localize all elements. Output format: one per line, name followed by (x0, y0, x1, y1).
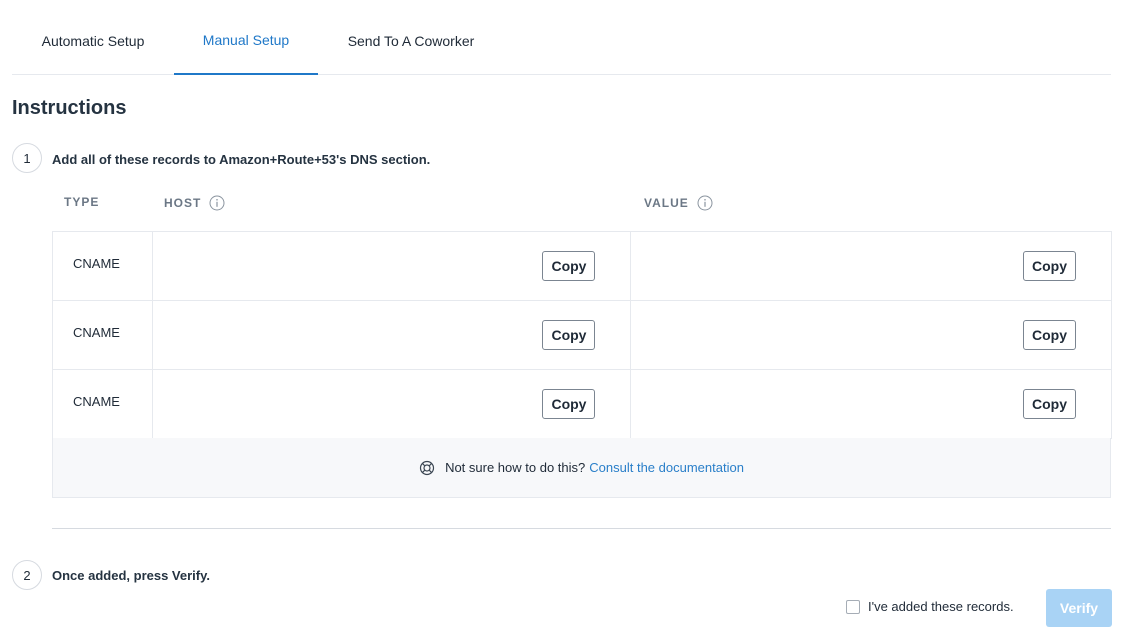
copy-value-button[interactable]: Copy (1023, 320, 1076, 350)
table-row: CNAME Copy Copy (52, 369, 1112, 439)
column-header-host-label: HOST (164, 196, 202, 210)
lifebuoy-icon (419, 460, 435, 475)
records-added-checkbox[interactable] (846, 599, 860, 614)
info-icon[interactable] (209, 195, 225, 211)
divider (52, 528, 1111, 529)
column-header-type: TYPE (64, 195, 99, 209)
copy-value-button[interactable]: Copy (1023, 251, 1076, 281)
documentation-link[interactable]: Consult the documentation (589, 460, 744, 475)
tab-manual-setup[interactable]: Manual Setup (174, 0, 318, 75)
records-added-confirmation[interactable]: I've added these records. (846, 599, 1014, 614)
copy-host-button[interactable]: Copy (542, 320, 596, 350)
tab-send-to-coworker[interactable]: Send To A Coworker (318, 0, 504, 75)
copy-value-button[interactable]: Copy (1023, 389, 1076, 419)
column-header-type-label: TYPE (64, 195, 100, 209)
table-row: CNAME Copy Copy (52, 300, 1112, 370)
column-header-value: VALUE (644, 195, 713, 211)
table-row: CNAME Copy Copy (52, 231, 1112, 301)
column-header-value-label: VALUE (644, 196, 689, 210)
record-host: Copy (151, 369, 632, 439)
record-value: Copy (630, 300, 1112, 370)
record-type: CNAME (52, 369, 153, 439)
record-host: Copy (151, 231, 632, 301)
records-added-label: I've added these records. (868, 599, 1014, 614)
help-text: Not sure how to do this? (445, 460, 586, 475)
copy-host-button[interactable]: Copy (542, 389, 596, 419)
record-value: Copy (630, 231, 1112, 301)
record-type: CNAME (52, 300, 153, 370)
record-type: CNAME (52, 231, 153, 301)
record-value: Copy (630, 369, 1112, 439)
copy-host-button[interactable]: Copy (542, 251, 596, 281)
help-bar: Not sure how to do this? Consult the doc… (52, 438, 1111, 498)
record-host: Copy (151, 300, 632, 370)
page-title: Instructions (12, 97, 127, 119)
info-icon[interactable] (697, 195, 713, 211)
tab-automatic-setup[interactable]: Automatic Setup (12, 0, 174, 75)
dns-records-table: CNAME Copy Copy CNAME Copy Copy CNAME Co… (52, 231, 1112, 439)
step-1-text: Add all of these records to Amazon+Route… (52, 152, 431, 167)
verify-button[interactable]: Verify (1046, 589, 1112, 627)
step-2-text: Once added, press Verify. (52, 568, 210, 583)
setup-tabs: Automatic Setup Manual Setup Send To A C… (12, 0, 1111, 75)
column-header-host: HOST (164, 195, 225, 211)
step-2-number: 2 (12, 560, 42, 590)
step-1-number: 1 (12, 143, 42, 173)
